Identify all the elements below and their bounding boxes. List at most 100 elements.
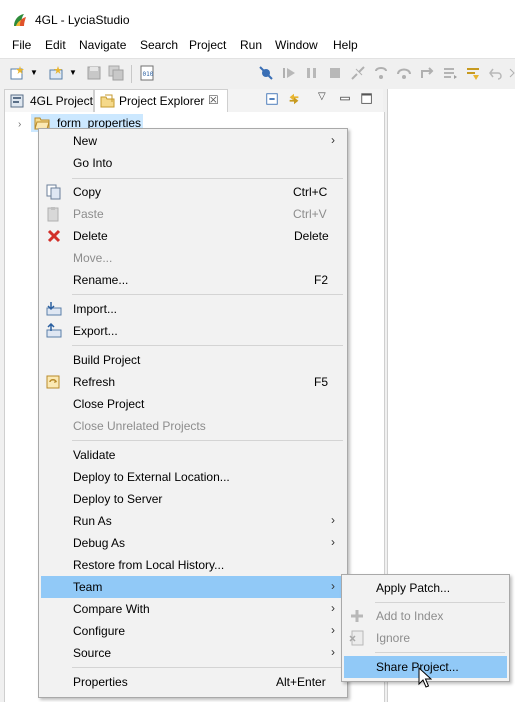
- menu-item-deploy-external[interactable]: Deploy to External Location...: [41, 466, 345, 488]
- chevron-down-icon[interactable]: ▼: [30, 68, 38, 77]
- use-step-filters-icon[interactable]: [465, 65, 481, 81]
- menu-item-paste: Paste Ctrl+V: [41, 203, 345, 225]
- menu-file[interactable]: File: [12, 38, 31, 52]
- menu-navigate[interactable]: Navigate: [79, 38, 126, 52]
- delete-icon: [47, 229, 61, 243]
- menu-edit[interactable]: Edit: [45, 38, 66, 52]
- skip-breakpoints-icon[interactable]: [258, 65, 274, 81]
- menu-item-label: Deploy to Server: [73, 492, 163, 506]
- menu-item-build-project[interactable]: Build Project: [41, 349, 345, 371]
- submenu-arrow-icon: ›: [331, 513, 335, 527]
- collapse-all-icon[interactable]: [265, 92, 279, 106]
- menu-help[interactable]: Help: [333, 38, 358, 52]
- menu-item-label: Add to Index: [376, 609, 444, 623]
- menu-item-restore-history[interactable]: Restore from Local History...: [41, 554, 345, 576]
- menu-item-debug-as[interactable]: Debug As ›: [41, 532, 345, 554]
- project-explorer-icon: [100, 94, 115, 108]
- menu-item-rename[interactable]: Rename... F2: [41, 269, 345, 291]
- menu-item-label: Debug As: [73, 536, 126, 550]
- menu-item-copy[interactable]: Copy Ctrl+C: [41, 181, 345, 203]
- menu-item-refresh[interactable]: Refresh F5: [41, 371, 345, 393]
- menu-item-close-project[interactable]: Close Project: [41, 393, 345, 415]
- close-icon[interactable]: ☒: [208, 93, 219, 107]
- toolbar-separator: [131, 65, 132, 83]
- menu-item-new[interactable]: New ›: [41, 130, 345, 152]
- menu-item-team[interactable]: Team ›: [41, 576, 345, 598]
- submenu-arrow-icon: ›: [331, 133, 335, 147]
- add-to-index-icon: [351, 610, 363, 622]
- menu-separator: [72, 294, 343, 295]
- step-over-icon: [397, 68, 411, 79]
- submenu-arrow-icon: ›: [331, 579, 335, 593]
- undo-icon: [489, 68, 502, 80]
- menu-item-label: Deploy to External Location...: [73, 470, 230, 484]
- menu-item-properties[interactable]: Properties Alt+Enter: [41, 671, 345, 693]
- main-toolbar: ▼ ▼ 010: [0, 58, 515, 89]
- overflow-icon[interactable]: [508, 65, 515, 81]
- submenu-arrow-icon: ›: [331, 623, 335, 637]
- 4gl-project-icon: [10, 94, 24, 108]
- menu-run[interactable]: Run: [240, 38, 262, 52]
- menu-item-label: Restore from Local History...: [73, 558, 225, 572]
- menu-item-label: Configure: [73, 624, 126, 638]
- save-icon: [87, 66, 101, 80]
- menu-item-label: Go Into: [73, 156, 113, 170]
- drop-to-frame-icon: [444, 68, 457, 79]
- menu-separator: [72, 345, 343, 346]
- window-title: 4GL - LyciaStudio: [35, 13, 130, 27]
- menu-item-export[interactable]: Export...: [41, 320, 345, 342]
- submenu-arrow-icon: ›: [331, 601, 335, 615]
- link-with-editor-icon[interactable]: [287, 92, 301, 106]
- menu-item-configure[interactable]: Configure ›: [41, 620, 345, 642]
- new-wizard-icon[interactable]: [10, 65, 26, 81]
- shortcut-label: Ctrl+V: [293, 207, 327, 221]
- menu-item-label: Copy: [73, 185, 102, 199]
- menu-item-delete[interactable]: Delete Delete: [41, 225, 345, 247]
- maximize-icon[interactable]: [360, 92, 374, 106]
- suspend-icon: [307, 68, 316, 78]
- shortcut-label: Alt+Enter: [276, 675, 326, 689]
- menu-item-label: Export...: [73, 324, 118, 338]
- new-4gl-project-icon[interactable]: [49, 65, 65, 81]
- export-icon: [46, 323, 62, 338]
- menu-item-validate[interactable]: Validate: [41, 444, 345, 466]
- menu-project[interactable]: Project: [189, 38, 226, 52]
- view-menu-icon[interactable]: ▽: [318, 91, 326, 102]
- title-bar: 4GL - LyciaStudio: [0, 0, 515, 38]
- menu-separator: [375, 602, 505, 603]
- menu-item-source[interactable]: Source ›: [41, 642, 345, 664]
- menu-item-compare-with[interactable]: Compare With ›: [41, 598, 345, 620]
- copy-icon: [46, 184, 61, 200]
- menu-search[interactable]: Search: [140, 38, 178, 52]
- ignore-icon: [349, 630, 364, 646]
- menu-item-ignore: Ignore: [344, 627, 507, 649]
- view-tab-bar: 4GL Project Project Explorer ☒: [4, 89, 383, 113]
- paste-icon: [47, 207, 59, 222]
- menu-separator: [375, 652, 505, 653]
- minimize-icon[interactable]: [338, 92, 352, 106]
- tab-label: 4GL Project: [30, 94, 93, 108]
- menu-item-label: Apply Patch...: [376, 581, 451, 595]
- chevron-down-icon[interactable]: ▼: [69, 68, 77, 77]
- menu-bar: File Edit Navigate Search Project Run Wi…: [0, 36, 515, 56]
- menu-item-apply-patch[interactable]: Apply Patch...: [344, 577, 507, 599]
- tab-project-explorer[interactable]: Project Explorer ☒: [94, 89, 228, 113]
- import-icon: [46, 302, 62, 316]
- team-submenu: Apply Patch... Add to Index Ignore Share…: [341, 574, 510, 682]
- expand-arrow-icon[interactable]: ›: [18, 119, 21, 130]
- menu-separator: [72, 440, 343, 441]
- menu-item-import[interactable]: Import...: [41, 298, 345, 320]
- binary-file-icon[interactable]: 010: [139, 65, 155, 81]
- menu-item-label: Paste: [73, 207, 104, 221]
- menu-item-label: New: [73, 134, 98, 148]
- menu-item-label: Validate: [73, 448, 116, 462]
- menu-item-go-into[interactable]: Go Into: [41, 152, 345, 174]
- step-return-icon: [421, 67, 434, 78]
- tab-4gl-project[interactable]: 4GL Project: [4, 89, 94, 112]
- menu-window[interactable]: Window: [275, 38, 318, 52]
- menu-item-deploy-server[interactable]: Deploy to Server: [41, 488, 345, 510]
- submenu-arrow-icon: ›: [331, 645, 335, 659]
- step-into-icon: [375, 67, 387, 79]
- lyciastudio-app-icon: [14, 14, 26, 26]
- menu-item-run-as[interactable]: Run As ›: [41, 510, 345, 532]
